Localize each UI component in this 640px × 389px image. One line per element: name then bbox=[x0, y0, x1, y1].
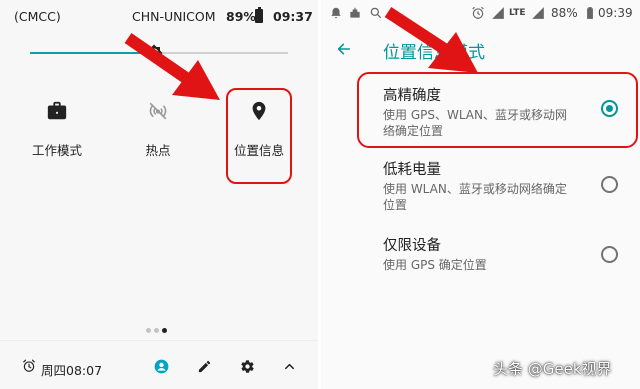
signal-icon bbox=[492, 7, 504, 19]
chevron-up-icon[interactable] bbox=[282, 359, 297, 374]
tile-label: 工作模式 bbox=[31, 143, 82, 158]
option-name: 仅限设备 bbox=[383, 238, 441, 254]
battery-percent: 89% bbox=[226, 9, 256, 24]
location-mode-screen: LTE 88% 09:39 位置信息模式 高精确度 使用 GPS、WLAN、蓝牙… bbox=[321, 0, 640, 389]
app-bar: 位置信息模式 bbox=[321, 27, 640, 71]
back-arrow-icon[interactable] bbox=[335, 41, 353, 57]
radio-button[interactable] bbox=[601, 176, 618, 193]
network-type: LTE bbox=[509, 8, 526, 18]
option-device-only[interactable]: 仅限设备 使用 GPS 确定位置 bbox=[383, 228, 640, 278]
briefcase-icon bbox=[47, 101, 67, 120]
status-time: 09:37 bbox=[273, 9, 313, 24]
radio-button[interactable] bbox=[601, 246, 618, 263]
edit-pencil-icon[interactable] bbox=[197, 359, 212, 374]
tile-hotspot[interactable]: 热点 bbox=[118, 100, 198, 159]
status-bar: (CMCC) CHN-UNICOM 89% 09:37 bbox=[0, 0, 318, 34]
page-dot-active bbox=[162, 328, 167, 333]
option-description: 使用 GPS 确定位置 bbox=[383, 258, 487, 272]
brightness-slider[interactable] bbox=[30, 44, 288, 62]
notification-app-icon bbox=[331, 7, 341, 19]
quick-settings-panel: (CMCC) CHN-UNICOM 89% 09:37 工作模式 热点 位置信息… bbox=[0, 0, 318, 389]
brightness-icon[interactable] bbox=[145, 44, 163, 62]
alarm-icon bbox=[472, 6, 484, 19]
brightness-fill bbox=[30, 52, 154, 54]
page-indicator bbox=[146, 318, 170, 337]
page-title: 位置信息模式 bbox=[383, 43, 485, 63]
highlight-box-location bbox=[226, 88, 292, 184]
tile-label: 热点 bbox=[145, 143, 171, 158]
battery-percent: 88% bbox=[551, 6, 578, 20]
quick-settings-footer: 周四08:07 bbox=[0, 340, 318, 389]
notification-app-icon-2 bbox=[350, 7, 360, 18]
option-description: 使用 WLAN、蓝牙或移动网络确定位置 bbox=[383, 182, 567, 212]
settings-gear-icon[interactable] bbox=[240, 359, 255, 374]
user-avatar-icon[interactable] bbox=[154, 359, 169, 374]
battery-icon bbox=[587, 7, 593, 19]
carrier-label-2: CHN-UNICOM bbox=[132, 9, 216, 24]
battery-icon bbox=[255, 7, 263, 23]
status-time: 09:39 bbox=[598, 6, 633, 20]
alarm-time[interactable]: 周四08:07 bbox=[41, 360, 102, 379]
signal-icon-2 bbox=[532, 7, 544, 19]
page-dot bbox=[154, 328, 159, 333]
alarm-icon[interactable] bbox=[22, 359, 36, 373]
search-icon bbox=[370, 7, 382, 19]
hotspot-off-icon bbox=[149, 102, 167, 120]
tile-work-mode[interactable]: 工作模式 bbox=[17, 100, 97, 159]
highlight-box-option bbox=[357, 72, 638, 148]
status-bar: LTE 88% 09:39 bbox=[321, 0, 640, 27]
watermark: 头条 @Geek视界 bbox=[493, 360, 612, 378]
carrier-label: (CMCC) bbox=[14, 9, 61, 24]
option-name: 低耗电量 bbox=[383, 162, 441, 178]
page-dot bbox=[146, 328, 151, 333]
option-battery-saving[interactable]: 低耗电量 使用 WLAN、蓝牙或移动网络确定位置 bbox=[383, 152, 640, 218]
